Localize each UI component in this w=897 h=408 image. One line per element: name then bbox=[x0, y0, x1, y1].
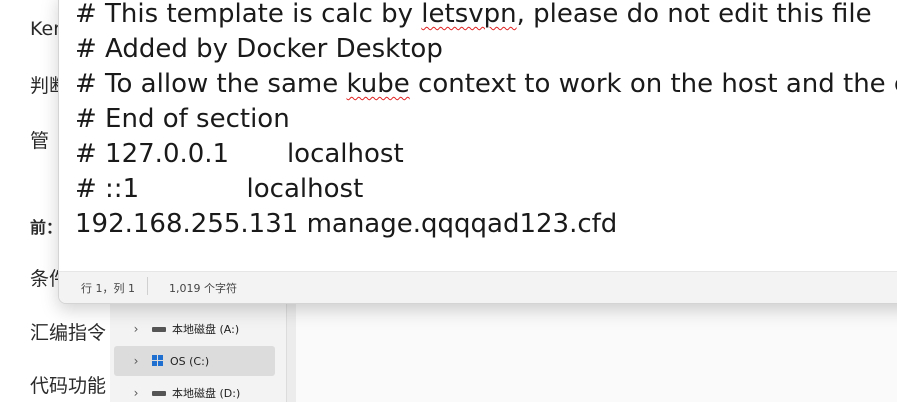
doc-line: 代码功能 bbox=[30, 375, 107, 397]
spell-error: letsvpn bbox=[421, 0, 517, 29]
doc-line: 汇编指令 bbox=[30, 322, 107, 344]
spell-error: kube bbox=[346, 69, 410, 99]
explorer-content-pane[interactable] bbox=[296, 296, 897, 402]
doc-line: Ker bbox=[30, 18, 62, 40]
text-line: 192.168.255.131 manage.qqqqad123.cfd bbox=[75, 209, 618, 239]
chevron-right-icon[interactable]: › bbox=[126, 386, 146, 400]
cursor-position[interactable]: 行 1，列 1 bbox=[59, 280, 147, 296]
windows-drive-icon bbox=[152, 355, 164, 367]
file-explorer-window: ↑ › 本地磁盘 (A:) › OS (C:) › 本地磁盘 (D:) bbox=[110, 296, 897, 402]
text-editor[interactable]: # This template is calc by letsvpn, plea… bbox=[59, 0, 897, 271]
tree-item-drive-a[interactable]: › 本地磁盘 (A:) bbox=[114, 314, 275, 344]
doc-line: 管 bbox=[30, 130, 50, 152]
text-line: # ::1 localhost bbox=[75, 174, 364, 204]
text-line: # Added by Docker Desktop bbox=[75, 34, 443, 64]
character-count: 1,019 个字符 bbox=[147, 277, 249, 296]
text-line: # End of section bbox=[75, 104, 290, 134]
drive-icon bbox=[152, 326, 166, 332]
tree-item-label: OS (C:) bbox=[170, 354, 210, 368]
chevron-right-icon[interactable]: › bbox=[126, 354, 146, 368]
chevron-right-icon[interactable]: › bbox=[126, 322, 146, 336]
text-line: # This template is calc by letsvpn, plea… bbox=[75, 0, 872, 29]
notepad-window: # This template is calc by letsvpn, plea… bbox=[58, 0, 897, 304]
tree-item-drive-c[interactable]: › OS (C:) bbox=[114, 346, 275, 376]
tree-item-drive-d[interactable]: › 本地磁盘 (D:) bbox=[114, 378, 275, 408]
text-line: # To allow the same kube context to work… bbox=[75, 69, 897, 99]
drive-icon bbox=[152, 390, 166, 396]
tree-item-label: 本地磁盘 (A:) bbox=[172, 323, 240, 336]
status-bar: 行 1，列 1 1,019 个字符 bbox=[59, 271, 897, 303]
text-line: # 127.0.0.1 localhost bbox=[75, 139, 404, 169]
tree-item-label: 本地磁盘 (D:) bbox=[172, 387, 241, 400]
